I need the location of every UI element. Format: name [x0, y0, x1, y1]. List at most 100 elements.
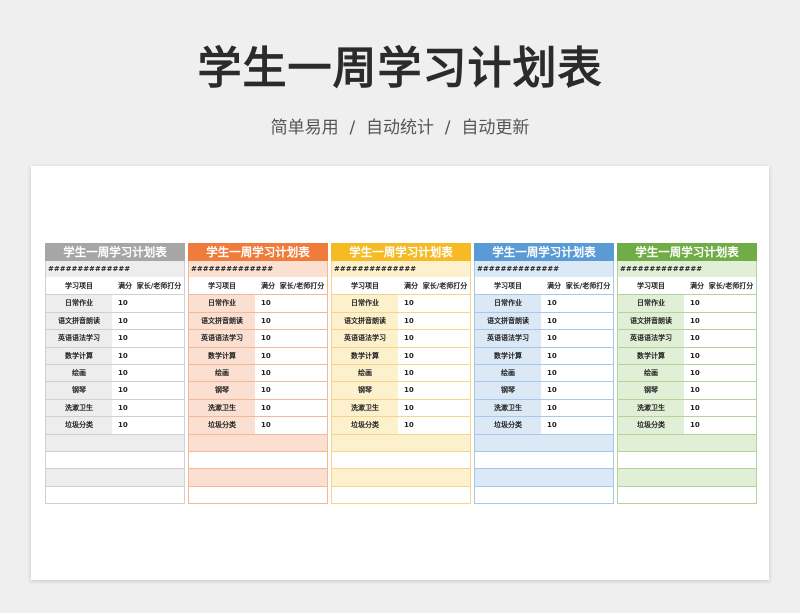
- score-cell[interactable]: 10: [398, 382, 420, 398]
- rating-cell[interactable]: [134, 487, 184, 503]
- item-cell[interactable]: [332, 434, 398, 451]
- score-cell[interactable]: 10: [255, 382, 277, 398]
- item-cell[interactable]: 垃圾分类: [618, 417, 684, 434]
- score-cell[interactable]: 10: [255, 417, 277, 433]
- item-cell[interactable]: 语文拼音朗读: [475, 312, 541, 330]
- item-cell[interactable]: [189, 451, 255, 469]
- item-cell[interactable]: [475, 469, 541, 486]
- score-cell[interactable]: 10: [398, 417, 420, 433]
- score-cell[interactable]: [398, 487, 420, 503]
- rating-cell[interactable]: [277, 435, 327, 451]
- score-cell[interactable]: 10: [541, 295, 563, 311]
- rating-cell[interactable]: [420, 469, 470, 485]
- rating-cell[interactable]: [277, 330, 327, 346]
- score-cell[interactable]: 10: [112, 313, 134, 329]
- score-cell[interactable]: 10: [684, 348, 706, 364]
- rating-cell[interactable]: [420, 417, 470, 433]
- score-cell[interactable]: 10: [398, 348, 420, 364]
- rating-cell[interactable]: [706, 400, 756, 416]
- item-cell[interactable]: 洗漱卫生: [189, 399, 255, 417]
- rating-cell[interactable]: [706, 348, 756, 364]
- item-cell[interactable]: 日常作业: [46, 295, 112, 312]
- score-cell[interactable]: 10: [684, 365, 706, 381]
- rating-cell[interactable]: [277, 452, 327, 468]
- item-cell[interactable]: 绘画: [475, 364, 541, 382]
- score-cell[interactable]: 10: [541, 400, 563, 416]
- rating-cell[interactable]: [706, 365, 756, 381]
- item-cell[interactable]: 垃圾分类: [46, 417, 112, 434]
- score-cell[interactable]: 10: [541, 365, 563, 381]
- item-cell[interactable]: 洗漱卫生: [475, 399, 541, 417]
- score-cell[interactable]: [541, 487, 563, 503]
- score-cell[interactable]: [112, 452, 134, 468]
- score-cell[interactable]: [684, 487, 706, 503]
- item-cell[interactable]: 洗漱卫生: [332, 399, 398, 417]
- score-cell[interactable]: [684, 452, 706, 468]
- item-cell[interactable]: 语文拼音朗读: [332, 312, 398, 330]
- rating-cell[interactable]: [134, 348, 184, 364]
- item-cell[interactable]: [46, 486, 112, 504]
- item-cell[interactable]: 语文拼音朗读: [189, 312, 255, 330]
- score-cell[interactable]: [541, 452, 563, 468]
- score-cell[interactable]: 10: [684, 313, 706, 329]
- score-cell[interactable]: 10: [112, 382, 134, 398]
- score-cell[interactable]: 10: [398, 313, 420, 329]
- score-cell[interactable]: 10: [112, 330, 134, 346]
- score-cell[interactable]: 10: [255, 295, 277, 311]
- rating-cell[interactable]: [134, 469, 184, 485]
- item-cell[interactable]: 日常作业: [189, 295, 255, 312]
- rating-cell[interactable]: [420, 487, 470, 503]
- rating-cell[interactable]: [420, 452, 470, 468]
- item-cell[interactable]: [475, 486, 541, 504]
- item-cell[interactable]: 洗漱卫生: [46, 399, 112, 417]
- rating-cell[interactable]: [563, 382, 613, 398]
- score-cell[interactable]: 10: [541, 330, 563, 346]
- score-cell[interactable]: 10: [541, 417, 563, 433]
- score-cell[interactable]: [255, 487, 277, 503]
- rating-cell[interactable]: [420, 348, 470, 364]
- rating-cell[interactable]: [563, 469, 613, 485]
- score-cell[interactable]: 10: [684, 330, 706, 346]
- rating-cell[interactable]: [563, 330, 613, 346]
- rating-cell[interactable]: [706, 382, 756, 398]
- rating-cell[interactable]: [706, 417, 756, 433]
- score-cell[interactable]: 10: [255, 330, 277, 346]
- item-cell[interactable]: 英语语法学习: [332, 330, 398, 347]
- rating-cell[interactable]: [277, 365, 327, 381]
- item-cell[interactable]: [332, 451, 398, 469]
- item-cell[interactable]: 语文拼音朗读: [618, 312, 684, 330]
- item-cell[interactable]: [618, 451, 684, 469]
- rating-cell[interactable]: [134, 313, 184, 329]
- score-cell[interactable]: [112, 435, 134, 451]
- score-cell[interactable]: [255, 435, 277, 451]
- rating-cell[interactable]: [277, 313, 327, 329]
- rating-cell[interactable]: [134, 330, 184, 346]
- score-cell[interactable]: 10: [112, 417, 134, 433]
- item-cell[interactable]: 数学计算: [46, 347, 112, 364]
- rating-cell[interactable]: [706, 469, 756, 485]
- item-cell[interactable]: 日常作业: [475, 295, 541, 312]
- score-cell[interactable]: 10: [684, 382, 706, 398]
- rating-cell[interactable]: [706, 295, 756, 311]
- score-cell[interactable]: [255, 452, 277, 468]
- rating-cell[interactable]: [563, 487, 613, 503]
- score-cell[interactable]: 10: [684, 295, 706, 311]
- rating-cell[interactable]: [277, 295, 327, 311]
- item-cell[interactable]: 钢琴: [618, 382, 684, 399]
- rating-cell[interactable]: [277, 400, 327, 416]
- score-cell[interactable]: [398, 452, 420, 468]
- item-cell[interactable]: 钢琴: [475, 382, 541, 399]
- item-cell[interactable]: [618, 486, 684, 504]
- item-cell[interactable]: [332, 469, 398, 486]
- item-cell[interactable]: 数学计算: [618, 347, 684, 364]
- item-cell[interactable]: [475, 451, 541, 469]
- rating-cell[interactable]: [277, 382, 327, 398]
- score-cell[interactable]: [541, 435, 563, 451]
- rating-cell[interactable]: [134, 452, 184, 468]
- score-cell[interactable]: [541, 469, 563, 485]
- score-cell[interactable]: 10: [112, 295, 134, 311]
- item-cell[interactable]: 语文拼音朗读: [46, 312, 112, 330]
- rating-cell[interactable]: [706, 330, 756, 346]
- rating-cell[interactable]: [134, 382, 184, 398]
- rating-cell[interactable]: [563, 365, 613, 381]
